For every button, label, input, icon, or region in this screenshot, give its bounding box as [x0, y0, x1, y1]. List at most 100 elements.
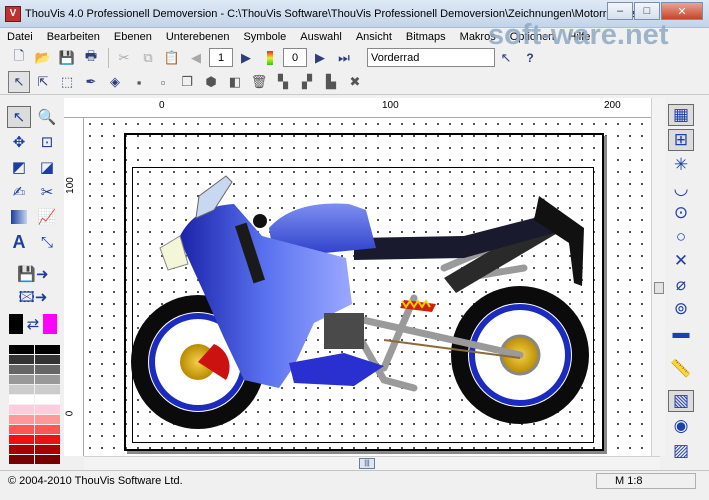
intersection-icon[interactable]: ⊚	[668, 298, 694, 320]
gradient-icon[interactable]	[7, 206, 31, 228]
close-button[interactable]: ✕	[661, 2, 703, 20]
swatch-red-4b[interactable]	[35, 455, 60, 464]
export-icon[interactable]: 💾➜	[7, 263, 59, 285]
swatch-gray-1b[interactable]	[35, 355, 60, 364]
page-number-field[interactable]: 1	[209, 48, 233, 67]
swatch-gray-1[interactable]	[9, 355, 34, 364]
swatch-black[interactable]	[9, 345, 34, 354]
vertical-scrollbar[interactable]	[651, 98, 665, 456]
swatch-red-3b[interactable]	[35, 445, 60, 454]
arrow-select-icon[interactable]: ↖	[7, 106, 31, 128]
scissors-icon[interactable]: ✂	[35, 181, 59, 203]
move-icon[interactable]: ✥	[7, 131, 31, 153]
mirror-icon[interactable]: ◧	[224, 71, 246, 93]
resize-icon[interactable]: ⤡	[35, 231, 59, 253]
zoom-icon[interactable]: 🔍	[35, 106, 59, 128]
tangent-icon[interactable]: ⌀	[668, 274, 694, 296]
horizontal-scroll-thumb[interactable]: |||	[359, 458, 375, 469]
snap-grid-icon[interactable]: ▦	[668, 104, 694, 126]
send-back-icon[interactable]: ⬢	[200, 71, 222, 93]
open-folder-icon[interactable]: 📂	[32, 47, 54, 69]
swatch-red-2b[interactable]	[35, 435, 60, 444]
swatch-red-1[interactable]	[9, 425, 34, 434]
pattern-icon[interactable]: ▨	[668, 440, 694, 462]
paste-icon[interactable]: 📋	[161, 47, 183, 69]
swatch-pink-1[interactable]	[9, 405, 34, 414]
ungroup-icon[interactable]: ▫	[152, 71, 174, 93]
select-multi-icon[interactable]: ⇱	[32, 71, 54, 93]
snap-center-icon[interactable]: ✳	[668, 154, 694, 176]
cross-icon[interactable]: ✕	[668, 250, 694, 272]
swatch-red-3[interactable]	[9, 445, 34, 454]
swatch-red-4[interactable]	[9, 455, 34, 464]
distribute-icon[interactable]: ▙	[320, 71, 342, 93]
swatch-black-2[interactable]	[35, 345, 60, 354]
next-layer-icon[interactable]: ▶	[309, 47, 331, 69]
select-arrow-icon[interactable]: ↖	[8, 71, 30, 93]
swatch-red-2[interactable]	[9, 435, 34, 444]
rotate-icon[interactable]: ⊡	[35, 131, 59, 153]
symbol-combo[interactable]: Vorderrad	[367, 48, 495, 67]
menu-makros[interactable]: Makros	[453, 31, 503, 43]
minimize-button[interactable]: –	[607, 2, 633, 20]
new-file-icon[interactable]: 🗋	[8, 47, 30, 69]
menu-ansicht[interactable]: Ansicht	[349, 31, 399, 43]
swatch-gray-4[interactable]	[9, 385, 34, 394]
menu-auswahl[interactable]: Auswahl	[293, 31, 349, 43]
menu-unterebenen[interactable]: Unterebenen	[159, 31, 237, 43]
swatch-gray-2b[interactable]	[35, 365, 60, 374]
align-icon[interactable]: ▬	[668, 322, 694, 344]
fill-bucket-icon[interactable]: ◈	[104, 71, 126, 93]
measure-icon[interactable]: ✍	[7, 181, 31, 203]
swatch-pink-2b[interactable]	[35, 415, 60, 424]
align-right-icon[interactable]: ▞	[296, 71, 318, 93]
align-left-icon[interactable]: ▚	[272, 71, 294, 93]
hatch-icon[interactable]: ▧	[668, 390, 694, 412]
next-page-icon[interactable]: ▶	[235, 47, 257, 69]
cut-icon[interactable]: ✂	[113, 47, 135, 69]
swatch-gray-3[interactable]	[9, 375, 34, 384]
menu-datei[interactable]: Datei	[0, 31, 40, 43]
save-icon[interactable]: 💾	[56, 47, 78, 69]
fill-icon[interactable]: ◉	[668, 415, 694, 437]
snap-arc-icon[interactable]: ◡	[668, 178, 694, 200]
import-icon[interactable]: 🖾➜	[7, 288, 59, 310]
swatch-red-1b[interactable]	[35, 425, 60, 434]
bring-front-icon[interactable]: ❐	[176, 71, 198, 93]
swatch-gray-2[interactable]	[9, 365, 34, 374]
previous-page-icon[interactable]: ◀	[185, 47, 207, 69]
layer-color-icon[interactable]	[259, 47, 281, 69]
motorcycle-drawing[interactable]	[84, 118, 660, 456]
ruler-icon[interactable]: 📏	[668, 358, 694, 380]
vertical-scroll-thumb[interactable]	[654, 282, 664, 294]
swatch-gray-4b[interactable]	[35, 385, 60, 394]
snap-circle-center-icon[interactable]: ⊙	[668, 202, 694, 224]
delete-node-icon[interactable]: ✖	[344, 71, 366, 93]
trash-icon[interactable]: 🗑	[248, 71, 270, 93]
group-icon[interactable]: ▪	[128, 71, 150, 93]
grid-icon[interactable]: ⊞	[668, 129, 694, 151]
text-icon[interactable]: A	[7, 231, 31, 253]
color-swap-icon[interactable]: ⇄	[7, 313, 59, 335]
swatch-pink-2[interactable]	[9, 415, 34, 424]
eyedropper-icon[interactable]: ✒	[80, 71, 102, 93]
swatch-white-2[interactable]	[35, 395, 60, 404]
help-pointer-icon[interactable]: ?	[519, 47, 541, 69]
layer-number-field[interactable]: 0	[283, 48, 307, 67]
circle-icon[interactable]: ○	[668, 226, 694, 248]
chart-icon[interactable]: 📈	[35, 206, 59, 228]
print-icon[interactable]: 🖶	[80, 47, 102, 69]
horizontal-scrollbar[interactable]: |||	[84, 456, 660, 470]
shapes-icon[interactable]: ◩	[7, 156, 31, 178]
menu-optionen[interactable]: Optionen	[503, 31, 562, 43]
menu-ebenen[interactable]: Ebenen	[107, 31, 159, 43]
pick-symbol-icon[interactable]: ↖	[495, 47, 517, 69]
node-edit-icon[interactable]: ◪	[35, 156, 59, 178]
last-layer-icon[interactable]: ⏭	[333, 47, 355, 69]
menu-hilfe[interactable]: Hilfe	[561, 31, 597, 43]
swatch-white[interactable]	[9, 395, 34, 404]
menu-symbole[interactable]: Symbole	[236, 31, 293, 43]
maximize-button[interactable]: □	[634, 2, 660, 20]
drawing-canvas[interactable]	[84, 118, 660, 456]
menu-bitmaps[interactable]: Bitmaps	[399, 31, 453, 43]
